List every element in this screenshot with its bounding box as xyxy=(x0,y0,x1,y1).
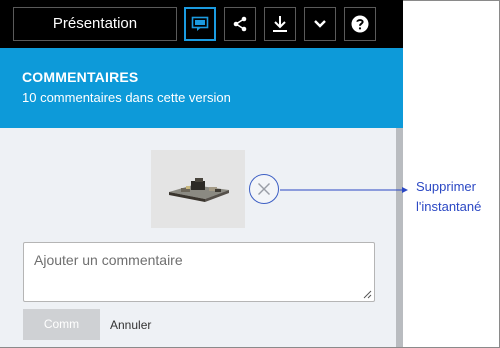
resize-handle-icon[interactable] xyxy=(362,289,372,299)
callout-arrow xyxy=(280,187,408,193)
delete-snapshot-button[interactable] xyxy=(249,174,279,204)
comments-content: Comm Annuler xyxy=(0,128,403,347)
comments-button[interactable] xyxy=(184,7,216,41)
comment-input[interactable] xyxy=(23,242,375,302)
scrollbar[interactable] xyxy=(396,128,403,347)
model-snapshot-image xyxy=(169,178,229,202)
comment-count: 10 commentaires dans cette version xyxy=(22,90,231,105)
callout-label: Supprimer l'instantané xyxy=(416,177,500,217)
submit-comment-button[interactable]: Comm xyxy=(23,309,100,340)
share-icon xyxy=(233,16,247,32)
callout-line-1: Supprimer xyxy=(416,179,476,194)
share-button[interactable] xyxy=(224,7,256,41)
callout-line-2: l'instantané xyxy=(416,199,482,214)
download-button[interactable] xyxy=(264,7,296,41)
help-icon xyxy=(351,15,369,33)
comments-header: COMMENTAIRES 10 commentaires dans cette … xyxy=(0,48,403,128)
snapshot-thumbnail xyxy=(151,150,245,228)
chevron-down-icon xyxy=(314,20,326,28)
header-title: COMMENTAIRES xyxy=(22,69,139,85)
toolbar: Présentation xyxy=(0,0,403,48)
cancel-button[interactable]: Annuler xyxy=(110,318,151,332)
close-icon xyxy=(258,183,270,195)
download-icon xyxy=(273,16,287,32)
comments-panel: Présentation COMMENTAIRES 10 commentaire… xyxy=(0,0,403,347)
presentation-button[interactable]: Présentation xyxy=(13,7,177,41)
help-button[interactable] xyxy=(344,7,376,41)
comment-icon xyxy=(191,16,209,31)
more-button[interactable] xyxy=(304,7,336,41)
